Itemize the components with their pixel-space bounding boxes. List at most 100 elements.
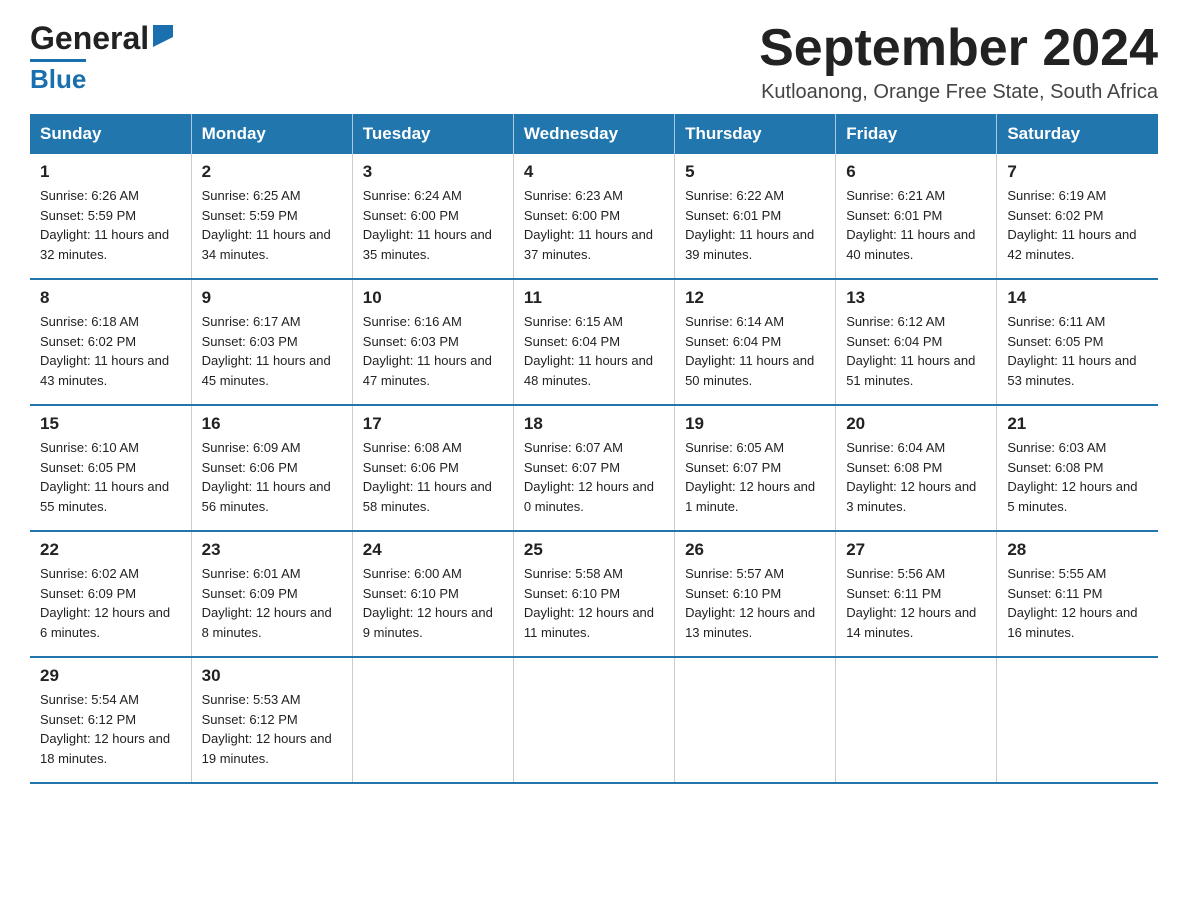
calendar-weekday-friday: Friday (836, 114, 997, 154)
calendar-day-24: 24 Sunrise: 6:00 AMSunset: 6:10 PMDayligh… (352, 531, 513, 657)
calendar-weekday-sunday: Sunday (30, 114, 191, 154)
calendar-day-18: 18 Sunrise: 6:07 AMSunset: 6:07 PMDayligh… (513, 405, 674, 531)
calendar-empty-cell (997, 657, 1158, 783)
calendar-day-11: 11Sunrise: 6:15 AMSunset: 6:04 PMDayligh… (513, 279, 674, 405)
calendar-weekday-wednesday: Wednesday (513, 114, 674, 154)
calendar-week-row-1: 1 Sunrise: 6:26 AMSunset: 5:59 PMDaylight… (30, 154, 1158, 279)
day-info: Sunrise: 6:15 AMSunset: 6:04 PMDaylight:… (524, 312, 664, 390)
page-header: General Blue September 2024 Kutloanong, … (30, 20, 1158, 104)
day-info: Sunrise: 6:16 AMSunset: 6:03 PMDaylight:… (363, 312, 503, 390)
location-subtitle: Kutloanong, Orange Free State, South Afr… (759, 81, 1158, 104)
day-info: Sunrise: 6:25 AMSunset: 5:59 PMDaylight:… (202, 186, 342, 264)
day-info: Sunrise: 5:57 AMSunset: 6:10 PMDaylight:… (685, 564, 825, 642)
month-year-title: September 2024 (759, 20, 1158, 77)
day-info: Sunrise: 6:04 AMSunset: 6:08 PMDaylight:… (846, 438, 986, 516)
day-info: Sunrise: 6:07 AMSunset: 6:07 PMDaylight:… (524, 438, 664, 516)
day-number: 12 (685, 288, 825, 308)
calendar-empty-cell (352, 657, 513, 783)
calendar-day-21: 21 Sunrise: 6:03 AMSunset: 6:08 PMDayligh… (997, 405, 1158, 531)
day-info: Sunrise: 6:03 AMSunset: 6:08 PMDaylight:… (1007, 438, 1148, 516)
calendar-header-row: SundayMondayTuesdayWednesdayThursdayFrid… (30, 114, 1158, 154)
day-number: 10 (363, 288, 503, 308)
calendar-day-23: 23Sunrise: 6:01 AMSunset: 6:09 PMDayligh… (191, 531, 352, 657)
day-info: Sunrise: 6:10 AMSunset: 6:05 PMDaylight:… (40, 438, 181, 516)
day-number: 13 (846, 288, 986, 308)
title-area: September 2024 Kutloanong, Orange Free S… (759, 20, 1158, 104)
day-number: 9 (202, 288, 342, 308)
calendar-week-row-3: 15 Sunrise: 6:10 AMSunset: 6:05 PMDayligh… (30, 405, 1158, 531)
calendar-table: SundayMondayTuesdayWednesdayThursdayFrid… (30, 114, 1158, 784)
day-number: 24 (363, 540, 503, 560)
calendar-empty-cell (513, 657, 674, 783)
calendar-day-8: 8 Sunrise: 6:18 AMSunset: 6:02 PMDaylight… (30, 279, 191, 405)
calendar-day-1: 1 Sunrise: 6:26 AMSunset: 5:59 PMDaylight… (30, 154, 191, 279)
day-number: 18 (524, 414, 664, 434)
calendar-day-16: 16 Sunrise: 6:09 AMSunset: 6:06 PMDayligh… (191, 405, 352, 531)
calendar-day-12: 12Sunrise: 6:14 AMSunset: 6:04 PMDayligh… (675, 279, 836, 405)
calendar-day-15: 15 Sunrise: 6:10 AMSunset: 6:05 PMDayligh… (30, 405, 191, 531)
day-number: 21 (1007, 414, 1148, 434)
calendar-day-22: 22 Sunrise: 6:02 AMSunset: 6:09 PMDayligh… (30, 531, 191, 657)
day-info: Sunrise: 5:56 AMSunset: 6:11 PMDaylight:… (846, 564, 986, 642)
day-number: 3 (363, 162, 503, 182)
calendar-day-28: 28Sunrise: 5:55 AMSunset: 6:11 PMDayligh… (997, 531, 1158, 657)
day-number: 23 (202, 540, 342, 560)
day-info: Sunrise: 6:12 AMSunset: 6:04 PMDaylight:… (846, 312, 986, 390)
calendar-day-4: 4Sunrise: 6:23 AMSunset: 6:00 PMDaylight… (513, 154, 674, 279)
calendar-day-10: 10 Sunrise: 6:16 AMSunset: 6:03 PMDayligh… (352, 279, 513, 405)
day-info: Sunrise: 5:54 AMSunset: 6:12 PMDaylight:… (40, 690, 181, 768)
day-number: 22 (40, 540, 181, 560)
day-number: 28 (1007, 540, 1148, 560)
day-number: 16 (202, 414, 342, 434)
day-info: Sunrise: 6:18 AMSunset: 6:02 PMDaylight:… (40, 312, 181, 390)
day-number: 26 (685, 540, 825, 560)
day-info: Sunrise: 5:58 AMSunset: 6:10 PMDaylight:… (524, 564, 664, 642)
calendar-day-6: 6Sunrise: 6:21 AMSunset: 6:01 PMDaylight… (836, 154, 997, 279)
day-number: 6 (846, 162, 986, 182)
logo: General Blue (30, 20, 173, 95)
calendar-day-19: 19 Sunrise: 6:05 AMSunset: 6:07 PMDayligh… (675, 405, 836, 531)
calendar-day-26: 26 Sunrise: 5:57 AMSunset: 6:10 PMDayligh… (675, 531, 836, 657)
day-number: 17 (363, 414, 503, 434)
calendar-weekday-tuesday: Tuesday (352, 114, 513, 154)
calendar-day-17: 17 Sunrise: 6:08 AMSunset: 6:06 PMDayligh… (352, 405, 513, 531)
day-info: Sunrise: 6:02 AMSunset: 6:09 PMDaylight:… (40, 564, 181, 642)
calendar-day-14: 14Sunrise: 6:11 AMSunset: 6:05 PMDayligh… (997, 279, 1158, 405)
calendar-day-9: 9Sunrise: 6:17 AMSunset: 6:03 PMDaylight… (191, 279, 352, 405)
day-number: 2 (202, 162, 342, 182)
day-number: 30 (202, 666, 342, 686)
day-number: 7 (1007, 162, 1148, 182)
calendar-day-5: 5Sunrise: 6:22 AMSunset: 6:01 PMDaylight… (675, 154, 836, 279)
day-info: Sunrise: 6:23 AMSunset: 6:00 PMDaylight:… (524, 186, 664, 264)
day-number: 14 (1007, 288, 1148, 308)
day-info: Sunrise: 6:09 AMSunset: 6:06 PMDaylight:… (202, 438, 342, 516)
day-info: Sunrise: 6:00 AMSunset: 6:10 PMDaylight:… (363, 564, 503, 642)
logo-flag-icon (153, 25, 173, 47)
day-number: 15 (40, 414, 181, 434)
day-number: 1 (40, 162, 181, 182)
day-info: Sunrise: 6:22 AMSunset: 6:01 PMDaylight:… (685, 186, 825, 264)
calendar-day-13: 13 Sunrise: 6:12 AMSunset: 6:04 PMDayligh… (836, 279, 997, 405)
day-info: Sunrise: 6:05 AMSunset: 6:07 PMDaylight:… (685, 438, 825, 516)
day-number: 8 (40, 288, 181, 308)
day-number: 25 (524, 540, 664, 560)
calendar-day-3: 3Sunrise: 6:24 AMSunset: 6:00 PMDaylight… (352, 154, 513, 279)
day-info: Sunrise: 6:26 AMSunset: 5:59 PMDaylight:… (40, 186, 181, 264)
calendar-weekday-thursday: Thursday (675, 114, 836, 154)
calendar-week-row-2: 8 Sunrise: 6:18 AMSunset: 6:02 PMDaylight… (30, 279, 1158, 405)
calendar-day-27: 27Sunrise: 5:56 AMSunset: 6:11 PMDayligh… (836, 531, 997, 657)
calendar-day-29: 29 Sunrise: 5:54 AMSunset: 6:12 PMDayligh… (30, 657, 191, 783)
calendar-weekday-saturday: Saturday (997, 114, 1158, 154)
calendar-empty-cell (675, 657, 836, 783)
day-info: Sunrise: 6:08 AMSunset: 6:06 PMDaylight:… (363, 438, 503, 516)
logo-general-text: General (30, 20, 149, 57)
calendar-week-row-5: 29 Sunrise: 5:54 AMSunset: 6:12 PMDayligh… (30, 657, 1158, 783)
calendar-day-2: 2 Sunrise: 6:25 AMSunset: 5:59 PMDaylight… (191, 154, 352, 279)
day-info: Sunrise: 5:53 AMSunset: 6:12 PMDaylight:… (202, 690, 342, 768)
calendar-day-20: 20Sunrise: 6:04 AMSunset: 6:08 PMDayligh… (836, 405, 997, 531)
day-info: Sunrise: 6:19 AMSunset: 6:02 PMDaylight:… (1007, 186, 1148, 264)
day-number: 29 (40, 666, 181, 686)
calendar-day-7: 7 Sunrise: 6:19 AMSunset: 6:02 PMDaylight… (997, 154, 1158, 279)
day-number: 19 (685, 414, 825, 434)
logo-blue-text: Blue (30, 64, 86, 94)
